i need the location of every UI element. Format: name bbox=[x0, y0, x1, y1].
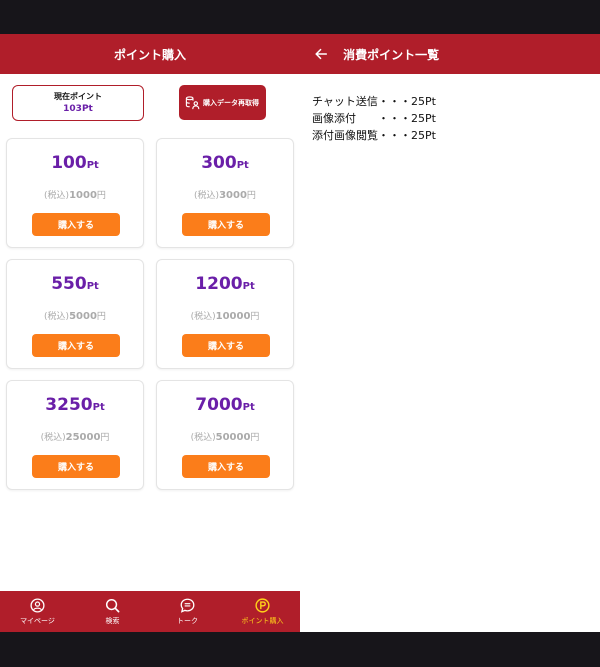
page-title: ポイント購入 bbox=[113, 47, 186, 62]
app-bar: ポイント購入 bbox=[0, 34, 300, 74]
buy-button[interactable]: 購入する bbox=[32, 213, 120, 236]
bottom-nav: マイページ 検索 トーク ポイント購入 bbox=[0, 591, 300, 632]
consumption-points-screen: 消費ポイント一覧 チャット送信 ・・・ 25Pt 画像添付 ・・・ 25Pt 添付画像閲… bbox=[300, 0, 600, 667]
list-item: 画像添付 ・・・ 25Pt bbox=[312, 110, 436, 127]
buy-button[interactable]: 購入する bbox=[182, 213, 270, 236]
nav-label: ポイント購入 bbox=[241, 616, 284, 625]
back-arrow-icon[interactable] bbox=[312, 44, 329, 64]
nav-item-mypage[interactable]: マイページ bbox=[0, 591, 75, 632]
chat-icon bbox=[180, 598, 196, 614]
point-purchase-screen: ポイント購入 現在ポイント 103Pt 購入データ再取得 100Pt (税込)1… bbox=[0, 0, 300, 667]
nav-label: マイページ bbox=[20, 616, 55, 625]
nav-item-talk[interactable]: トーク bbox=[150, 591, 225, 632]
current-points-label: 現在ポイント bbox=[54, 92, 102, 101]
nav-item-search[interactable]: 検索 bbox=[75, 591, 150, 632]
consumption-cost: 25Pt bbox=[411, 129, 436, 142]
package-price: (税込)25000円 bbox=[40, 432, 110, 443]
nav-label: 検索 bbox=[105, 616, 120, 625]
refetch-label: 購入データ再取得 bbox=[203, 98, 259, 107]
buy-button[interactable]: 購入する bbox=[32, 455, 120, 478]
consumption-item-name: チャット送信 bbox=[312, 95, 378, 108]
buy-button[interactable]: 購入する bbox=[182, 334, 270, 357]
buy-button[interactable]: 購入する bbox=[32, 334, 120, 357]
package-amount: 300Pt bbox=[201, 153, 249, 173]
package-card: 7000Pt (税込)50000円 購入する bbox=[156, 380, 294, 490]
list-item: 添付画像閲覧 ・・・ 25Pt bbox=[312, 127, 436, 144]
current-points-box: 現在ポイント 103Pt bbox=[12, 85, 144, 121]
system-nav-bar bbox=[300, 632, 600, 667]
page-title: 消費ポイント一覧 bbox=[343, 47, 440, 62]
consumption-item-name: 添付画像閲覧 bbox=[312, 129, 378, 142]
package-amount: 3250Pt bbox=[45, 395, 105, 415]
package-amount: 7000Pt bbox=[195, 395, 255, 415]
consumption-dots: ・・・ bbox=[378, 112, 411, 125]
package-amount: 100Pt bbox=[51, 153, 99, 173]
status-bar bbox=[300, 0, 600, 34]
consumption-dots: ・・・ bbox=[378, 95, 411, 108]
package-price: (税込)5000円 bbox=[44, 311, 106, 322]
package-card: 300Pt (税込)3000円 購入する bbox=[156, 138, 294, 248]
package-card: 3250Pt (税込)25000円 購入する bbox=[6, 380, 144, 490]
package-amount: 1200Pt bbox=[195, 274, 255, 294]
refetch-purchase-data-button[interactable]: 購入データ再取得 bbox=[179, 85, 266, 120]
search-icon bbox=[105, 598, 121, 614]
consumption-cost: 25Pt bbox=[411, 95, 436, 108]
package-card: 1200Pt (税込)10000円 購入する bbox=[156, 259, 294, 369]
package-price: (税込)1000円 bbox=[44, 190, 106, 201]
package-price: (税込)3000円 bbox=[194, 190, 256, 201]
package-amount: 550Pt bbox=[51, 274, 99, 294]
status-bar bbox=[0, 0, 300, 34]
buy-button[interactable]: 購入する bbox=[182, 455, 270, 478]
current-points-value: 103Pt bbox=[63, 104, 93, 114]
nav-label: トーク bbox=[177, 616, 198, 625]
nav-item-point-purchase[interactable]: ポイント購入 bbox=[225, 591, 300, 632]
consumption-cost: 25Pt bbox=[411, 112, 436, 125]
app-bar: 消費ポイント一覧 bbox=[300, 34, 600, 74]
person-icon bbox=[30, 598, 46, 614]
database-user-icon bbox=[185, 95, 200, 110]
consumption-item-name: 画像添付 bbox=[312, 112, 356, 125]
package-price: (税込)50000円 bbox=[190, 432, 260, 443]
package-price: (税込)10000円 bbox=[190, 311, 260, 322]
consumption-dots: ・・・ bbox=[378, 129, 411, 142]
points-icon bbox=[255, 598, 271, 614]
system-nav-bar bbox=[0, 632, 300, 667]
package-card: 100Pt (税込)1000円 購入する bbox=[6, 138, 144, 248]
package-card: 550Pt (税込)5000円 購入する bbox=[6, 259, 144, 369]
list-item: チャット送信 ・・・ 25Pt bbox=[312, 93, 436, 110]
consumption-list: チャット送信 ・・・ 25Pt 画像添付 ・・・ 25Pt 添付画像閲覧 ・・・ 25Pt bbox=[312, 93, 436, 144]
